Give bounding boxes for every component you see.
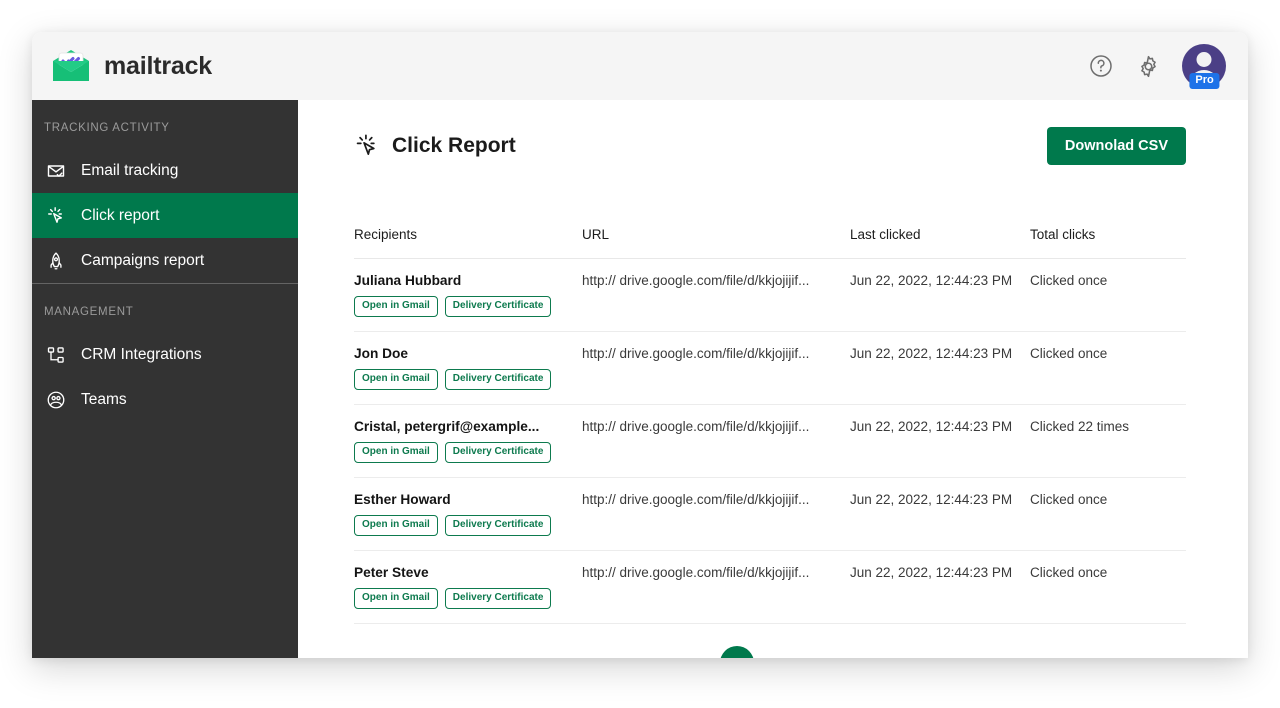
mailtrack-envelope-check-logo [50,49,92,83]
pagination-ellipsis: ... [760,646,787,658]
row-actions: Open in Gmail Delivery Certificate [354,515,582,536]
row-actions: Open in Gmail Delivery Certificate [354,442,582,463]
cell-total-clicks: Clicked 22 times [1030,404,1186,478]
download-csv-button[interactable]: Downolad CSV [1046,127,1186,165]
column-header-total-clicks: Total clicks [1030,227,1186,259]
sidebar-item-label: Teams [81,390,127,408]
help-circle-icon[interactable] [1088,53,1114,79]
cell-total-clicks: Clicked once [1030,550,1186,624]
pagination-page-last[interactable]: 14 [793,646,821,658]
click-cursor-icon [45,205,67,227]
table-row: Esther Howard Open in Gmail Delivery Cer… [354,477,1186,551]
page-header: Click Report Downolad CSV [354,100,1186,168]
cell-last-clicked: Jun 22, 2022, 12:44:23 PM [850,258,1030,332]
open-in-gmail-button[interactable]: Open in Gmail [354,296,438,317]
body: TRACKING ACTIVITY Email tracking Click r… [32,100,1248,658]
sitemap-icon [45,344,67,366]
open-in-gmail-button[interactable]: Open in Gmail [354,588,438,609]
cell-last-clicked: Jun 22, 2022, 12:44:23 PM [850,331,1030,405]
sidebar-item-crm-integrations[interactable]: CRM Integrations [32,332,298,377]
table-header-row: Recipients URL Last clicked Total clicks [354,227,1186,259]
table-header: Recipients URL Last clicked Total clicks [354,227,1186,259]
pagination-page-1[interactable]: 1 [719,646,754,658]
table-body: Juliana Hubbard Open in Gmail Delivery C… [354,258,1186,624]
delivery-certificate-button[interactable]: Delivery Certificate [444,296,552,317]
delivery-certificate-button[interactable]: Delivery Certificate [444,369,552,390]
recipient-name: Jon Doe [354,346,408,361]
recipient-name: Peter Steve [354,565,429,580]
cell-total-clicks: Clicked once [1030,258,1186,332]
cell-recipient: Esther Howard Open in Gmail Delivery Cer… [354,477,582,551]
column-header-url: URL [582,227,850,259]
column-header-recipients: Recipients [354,227,582,259]
recipient-name: Juliana Hubbard [354,273,462,288]
cell-recipient: Juliana Hubbard Open in Gmail Delivery C… [354,258,582,332]
sidebar-item-label: Campaigns report [81,251,205,269]
sidebar-item-email-tracking[interactable]: Email tracking [32,148,298,193]
cell-total-clicks: Clicked once [1030,331,1186,405]
pagination-prev-button[interactable]: ‹ [680,646,714,658]
sidebar-divider [32,283,298,284]
sidebar: TRACKING ACTIVITY Email tracking Click r… [32,100,298,658]
cell-url[interactable]: http:// drive.google.com/file/d/kkjojiji… [582,258,850,332]
table-row: Peter Steve Open in Gmail Delivery Certi… [354,550,1186,624]
cell-last-clicked: Jun 22, 2022, 12:44:23 PM [850,550,1030,624]
recipient-name: Esther Howard [354,492,451,507]
click-cursor-icon [354,133,380,159]
cell-last-clicked: Jun 22, 2022, 12:44:23 PM [850,404,1030,478]
cell-last-clicked: Jun 22, 2022, 12:44:23 PM [850,477,1030,551]
delivery-certificate-button[interactable]: Delivery Certificate [444,515,552,536]
sidebar-item-label: Click report [81,206,160,224]
row-actions: Open in Gmail Delivery Certificate [354,369,582,390]
cell-total-clicks: Clicked once [1030,477,1186,551]
brand-name: mailtrack [104,51,212,80]
cell-url[interactable]: http:// drive.google.com/file/d/kkjojiji… [582,550,850,624]
page-title: Click Report [392,134,516,157]
sidebar-item-label: CRM Integrations [81,345,202,363]
row-actions: Open in Gmail Delivery Certificate [354,588,582,609]
cell-recipient: Peter Steve Open in Gmail Delivery Certi… [354,550,582,624]
sidebar-item-teams[interactable]: Teams [32,377,298,422]
rocket-icon [45,250,67,272]
envelope-check-icon [45,160,67,182]
gear-icon[interactable] [1135,53,1161,79]
open-in-gmail-button[interactable]: Open in Gmail [354,442,438,463]
avatar-head [1196,52,1212,67]
pagination-next-button[interactable]: › [826,646,860,658]
open-in-gmail-button[interactable]: Open in Gmail [354,515,438,536]
top-bar: mailtrack Pro [32,32,1248,100]
column-header-last-clicked: Last clicked [850,227,1030,259]
cell-url[interactable]: http:// drive.google.com/file/d/kkjojiji… [582,331,850,405]
cell-recipient: Jon Doe Open in Gmail Delivery Certifica… [354,331,582,405]
delivery-certificate-button[interactable]: Delivery Certificate [444,442,552,463]
cell-url[interactable]: http:// drive.google.com/file/d/kkjojiji… [582,404,850,478]
row-actions: Open in Gmail Delivery Certificate [354,296,582,317]
app-window: mailtrack Pro TRACKING ACTIVITY Email tr… [32,32,1248,658]
recipient-name: Cristal, petergrif@example... [354,419,540,434]
avatar[interactable]: Pro [1182,44,1226,89]
sidebar-item-campaigns-report[interactable]: Campaigns report [32,238,298,283]
main-content: Click Report Downolad CSV Recipients URL… [298,100,1248,658]
sidebar-section-label-tracking: TRACKING ACTIVITY [44,122,170,134]
status-badge: Pro [1189,73,1220,89]
brand: mailtrack [46,49,212,83]
cell-url[interactable]: http:// drive.google.com/file/d/kkjojiji… [582,477,850,551]
sidebar-item-label: Email tracking [81,161,179,179]
table-row: Jon Doe Open in Gmail Delivery Certifica… [354,331,1186,405]
sidebar-item-click-report[interactable]: Click report [32,193,298,238]
people-circle-icon [45,389,67,411]
topbar-actions: Pro [1088,44,1226,89]
pagination: ‹ 1 ... 14 › [354,646,1186,658]
delivery-certificate-button[interactable]: Delivery Certificate [444,588,552,609]
click-report-table: Recipients URL Last clicked Total clicks… [354,227,1186,624]
cell-recipient: Cristal, petergrif@example... Open in Gm… [354,404,582,478]
sidebar-section-label-management: MANAGEMENT [44,306,134,318]
open-in-gmail-button[interactable]: Open in Gmail [354,369,438,390]
table-row: Cristal, petergrif@example... Open in Gm… [354,404,1186,478]
table-row: Juliana Hubbard Open in Gmail Delivery C… [354,258,1186,332]
